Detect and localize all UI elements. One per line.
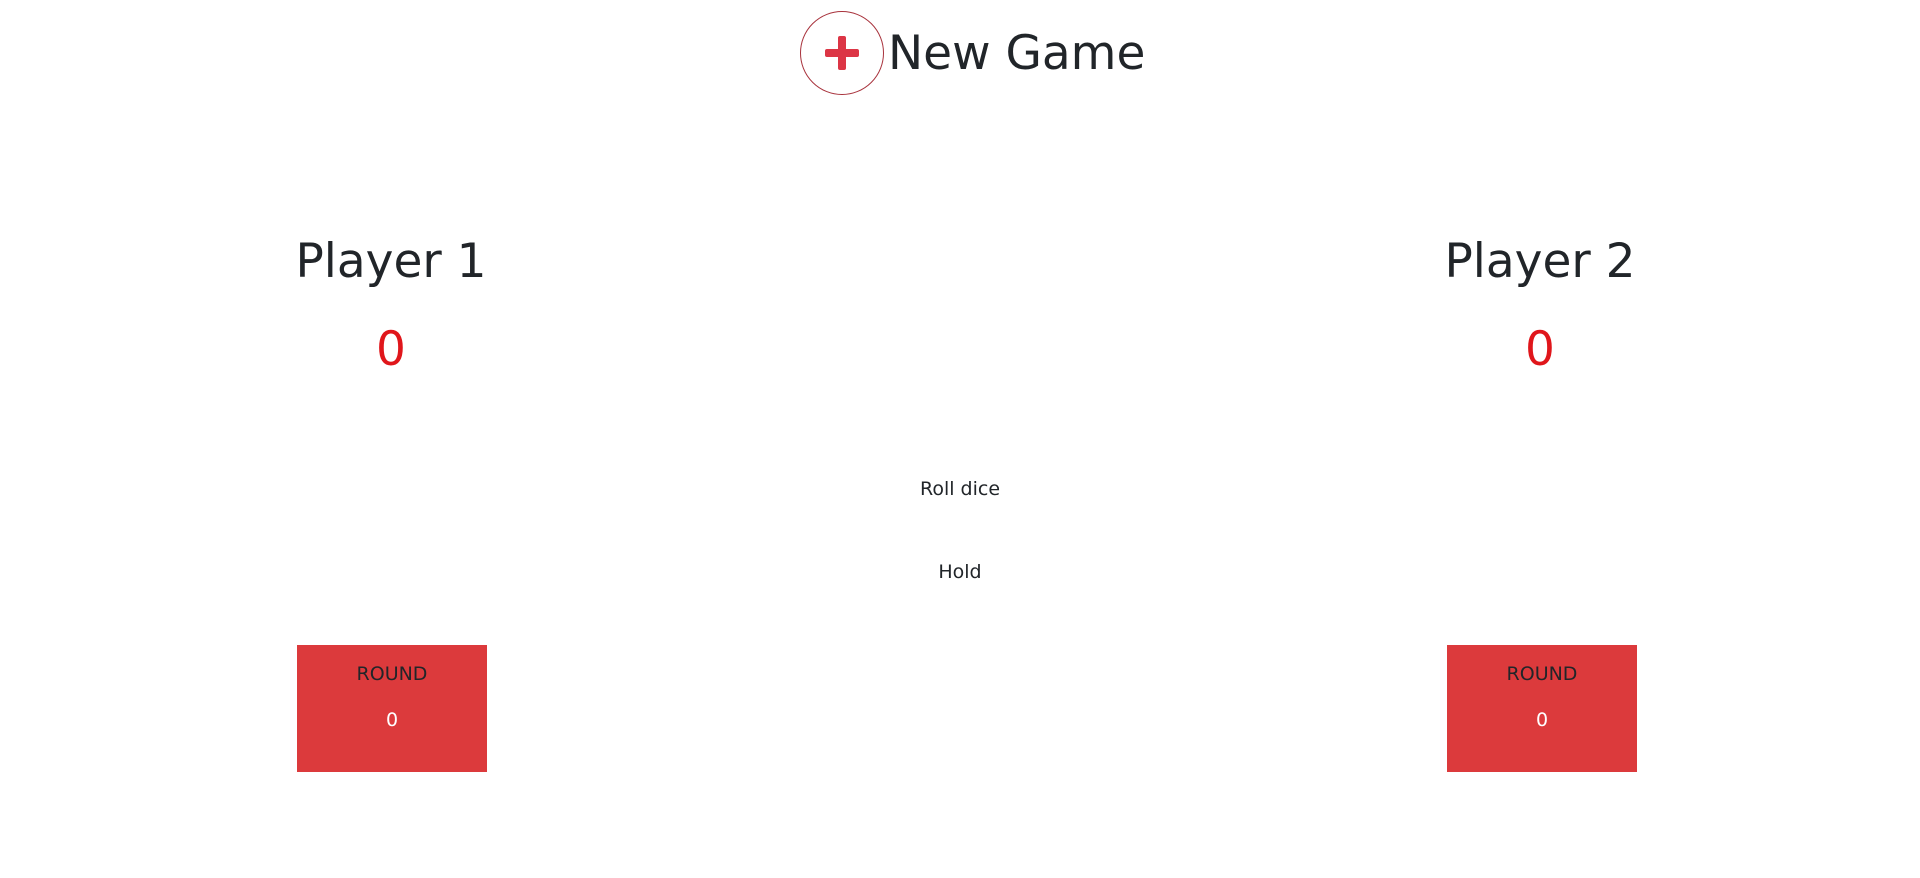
plus-icon xyxy=(800,11,884,95)
player-2-panel: Player 2 0 xyxy=(1390,230,1690,376)
player-1-round-label: ROUND xyxy=(356,663,428,685)
player-1-score: 0 xyxy=(376,322,406,377)
player-2-score: 0 xyxy=(1525,322,1555,377)
player-1-name: Player 1 xyxy=(295,234,487,289)
player-2-round-score: 0 xyxy=(1535,709,1549,731)
player-1-panel: Player 1 0 xyxy=(241,230,541,376)
player-2-name: Player 2 xyxy=(1444,234,1636,289)
new-game-label: New Game xyxy=(888,25,1146,81)
player-2-round-label: ROUND xyxy=(1506,663,1578,685)
player-1-round-score: 0 xyxy=(385,709,399,731)
roll-dice-button[interactable]: Roll dice xyxy=(810,478,1110,500)
new-game-button[interactable]: New Game xyxy=(800,10,1145,96)
player-1-round-box: ROUND 0 xyxy=(297,645,487,772)
player-2-round-box: ROUND 0 xyxy=(1447,645,1637,772)
hold-button[interactable]: Hold xyxy=(810,561,1110,583)
game-board: New Game Player 1 0 Player 2 0 Roll dice… xyxy=(0,0,1920,878)
